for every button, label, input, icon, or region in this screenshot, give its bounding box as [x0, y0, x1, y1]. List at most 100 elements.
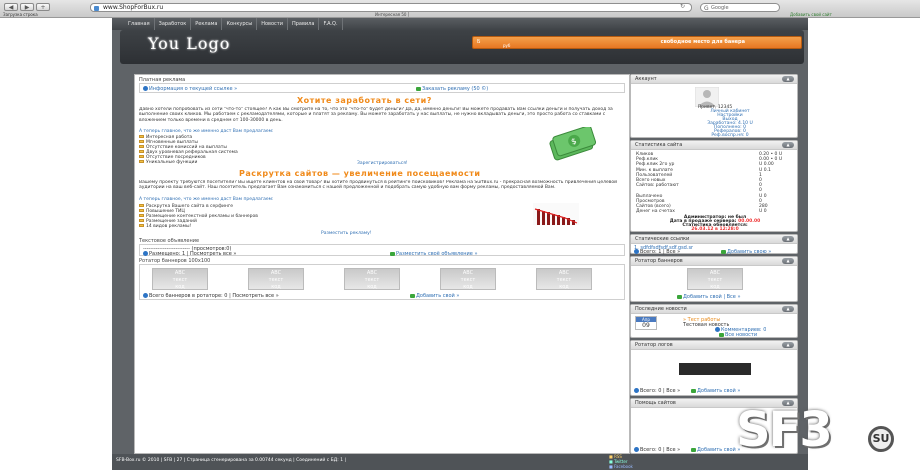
top-nav: Главная Заработок Реклама Конкурсы Новос… — [112, 18, 808, 30]
toggle-icon[interactable]: ▲ — [782, 342, 794, 348]
static-links-box: Статические ссылки ▲ 1. sdfdfsdfsdf.sdf.g… — [630, 234, 798, 255]
static-links-header: Статические ссылки ▲ — [631, 235, 797, 244]
place-ad-button[interactable]: Разместить рекламу! — [321, 231, 372, 236]
rotator-banner[interactable]: ABC текст код — [344, 268, 400, 290]
status-text: Загрузка строка — [3, 12, 38, 17]
logo-placeholder[interactable] — [679, 363, 751, 375]
add-icon — [410, 293, 415, 298]
news-box: Последние новости ▲ Апр 09 » Тест работы … — [630, 304, 798, 338]
account-header: Аккаунт ▲ — [631, 75, 797, 84]
toggle-icon[interactable]: ▲ — [782, 142, 794, 148]
avatar — [695, 87, 719, 107]
favicon-icon — [94, 6, 99, 11]
paid-ads-box: Информация о текущей ссылке » Заказать р… — [139, 83, 625, 93]
list-icon — [634, 447, 639, 452]
stat-row: Денег на счетах U 0 — [631, 209, 799, 214]
logo-add[interactable]: Добавить свой » — [691, 388, 740, 394]
nav-news[interactable]: Новости — [257, 18, 288, 30]
logo-count[interactable]: Всего: 0 | Все » — [634, 388, 680, 394]
help-count[interactable]: Всего: 0 | Все » — [634, 447, 680, 453]
stats-list: Кликов 0.20 • 0 U Реф.клик 0.00 • 0 U Реф.кл… — [631, 152, 799, 214]
promo-title: Раскрутка сайтов — увеличение посещаемос… — [239, 169, 481, 178]
site-header: You Logo Б руб свободное место для банер… — [120, 30, 804, 64]
side-rotator-banner[interactable]: ABC текст код — [687, 268, 743, 290]
update-date: 26.03.12 в 12:28:0 — [691, 227, 739, 232]
info-icon — [143, 86, 148, 91]
search-icon: G — [704, 5, 709, 12]
url-bar[interactable]: www.ShopForBux.ru — [90, 3, 692, 12]
nav-earn[interactable]: Заработок — [155, 18, 192, 30]
add-icon — [677, 294, 682, 299]
news-all-link[interactable]: Все новости — [719, 332, 757, 338]
logo-rotator-box: Ротатор логов ▲ Всего: 0 | Все » Добавить… — [630, 340, 798, 396]
header-banner[interactable]: Б руб свободное место для банера — [472, 36, 802, 49]
facebook-icon[interactable]: ■ Facebook — [609, 464, 633, 469]
register-button[interactable]: Зарегистрироваться! — [357, 161, 408, 166]
nav-ads[interactable]: Реклама — [191, 18, 223, 30]
toggle-icon[interactable]: ▲ — [782, 306, 794, 312]
news-date-badge: Апр 09 — [635, 316, 657, 330]
info-link[interactable]: Информация о текущей ссылке » — [143, 86, 237, 92]
watermark-logo: SF3 SU — [734, 402, 920, 470]
order-ad-link[interactable]: Заказать рекламу (50 ©) — [416, 86, 488, 92]
promo-more-link[interactable]: А теперь главное, что же именно даст Вам… — [139, 197, 274, 202]
placements-link[interactable]: Размещено: 1 | Посмотреть все » — [143, 251, 236, 257]
stats-header: Статистика сайта ▲ — [631, 141, 797, 150]
news-icon — [719, 332, 724, 337]
rotator-banner[interactable]: ABC текст код — [248, 268, 304, 290]
bookmark-link[interactable]: Добавить свой сайт — [790, 12, 832, 17]
rotator-add-link[interactable]: Добавить свой » — [410, 293, 459, 299]
add-icon — [390, 251, 395, 256]
add-icon — [691, 447, 696, 452]
side-rotator-add[interactable]: Добавить свой | Все » — [677, 294, 741, 300]
nav-buttons: ◀ ▶ + — [4, 3, 50, 11]
stats-box: Статистика сайта ▲ Кликов 0.20 • 0 U Реф.кл… — [630, 140, 798, 232]
refresh-icon[interactable]: ↻ — [680, 4, 687, 11]
earn-title: Хотите заработать в сети? — [297, 96, 432, 105]
nav-faq[interactable]: F.A.Q. — [319, 18, 343, 30]
stat-value: U 0 — [759, 209, 767, 215]
banner-rotator: ABC текст код ABC текст код ABC текст код ABC т… — [139, 264, 625, 300]
site-footer: SFB-Box.ru © 2010 | SFB | 27 | Страница … — [112, 454, 808, 470]
new-tab-button[interactable]: + — [36, 3, 50, 11]
browser-chrome: ◀ ▶ + www.ShopForBux.ru ↻ G Google Загру… — [0, 0, 920, 18]
main-content: Платная реклама Информация о текущей ссы… — [134, 74, 630, 454]
toggle-icon[interactable]: ▲ — [782, 76, 794, 82]
add-icon — [691, 388, 696, 393]
sidebar: Аккаунт ▲ Привет, 12345 Личный кабинет На… — [630, 74, 798, 454]
nav-contests[interactable]: Конкурсы — [222, 18, 258, 30]
forward-button[interactable]: ▶ — [20, 3, 34, 11]
earn-more-link[interactable]: А теперь главное, что же именно даст Вам… — [139, 129, 274, 134]
side-rotator-header: Ротатор баннеров ▲ — [631, 257, 797, 266]
search-input[interactable]: G Google — [700, 3, 780, 12]
list-icon — [634, 388, 639, 393]
acc-ref-count: Реф.воспр.ня: 0 — [711, 133, 749, 138]
site-wrapper: Главная Заработок Реклама Конкурсы Новос… — [112, 18, 808, 470]
static-links-all[interactable]: Всего: 1 | Все » — [634, 249, 680, 255]
place-text-ad-link[interactable]: Разместить своё объявление » — [390, 251, 478, 257]
promo-paragraph: Вашему проекту требуются посетители? Вы … — [139, 180, 618, 191]
banner-sub: руб — [503, 43, 511, 48]
toggle-icon[interactable]: ▲ — [782, 258, 794, 264]
stat-key: Денег на счетах — [636, 209, 675, 215]
site-logo[interactable]: You Logo — [148, 34, 230, 53]
rotator-count-link[interactable]: Всего баннеров в ротаторе: 0 | Посмотрет… — [143, 293, 279, 299]
toggle-icon[interactable]: ▲ — [782, 236, 794, 242]
rotator-icon — [143, 293, 148, 298]
rotator-banner[interactable]: ABC текст код — [440, 268, 496, 290]
order-icon — [416, 86, 421, 91]
nav-rules[interactable]: Правила — [288, 18, 320, 30]
nav-home[interactable]: Главная — [124, 18, 155, 30]
footer-icons: ■ RSS ■ Twitter ■ Facebook — [609, 454, 633, 469]
rotator-banner[interactable]: ABC текст код — [536, 268, 592, 290]
help-add[interactable]: Добавить свой » — [691, 447, 740, 453]
rotator-banner[interactable]: ABC текст код — [152, 268, 208, 290]
watermark-text: SF3 — [736, 402, 833, 458]
news-header: Последние новости ▲ — [631, 305, 797, 314]
tab-title: Интересная 50 ] — [375, 12, 410, 17]
news-day: 09 — [642, 322, 650, 329]
back-button[interactable]: ◀ — [4, 3, 18, 11]
earn-bullets: Интересная работа Мгновенные выплаты Отс… — [139, 135, 238, 165]
text-ad-box: -------------------------- (просмотров:0… — [139, 244, 625, 257]
static-links-add[interactable]: Добавить свою » — [721, 249, 771, 255]
